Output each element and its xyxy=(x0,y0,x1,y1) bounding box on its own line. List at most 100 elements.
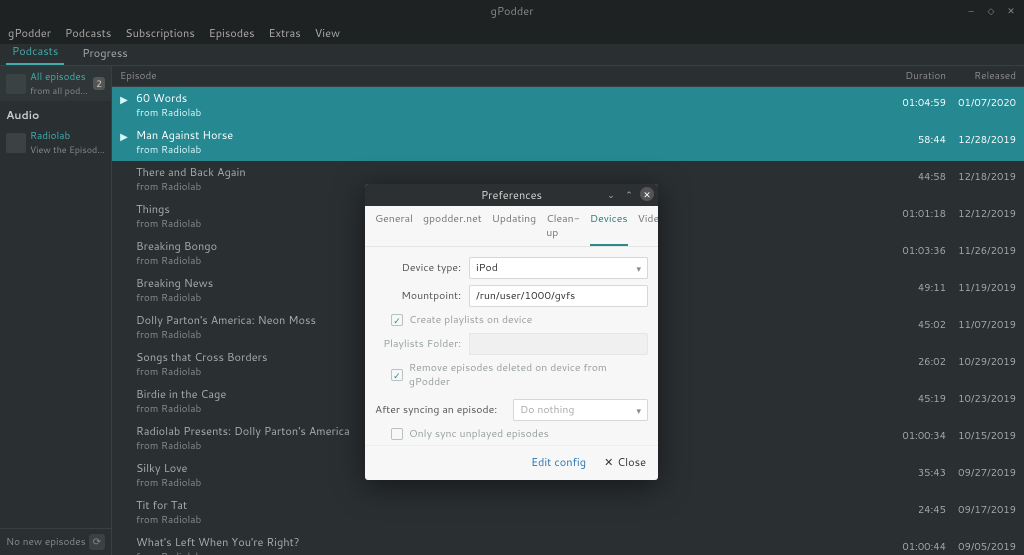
episode-released: 12/18/2019 xyxy=(946,164,1016,184)
after-sync-select[interactable]: Do nothing ▾ xyxy=(513,399,648,421)
only-unplayed-checkbox[interactable]: ✓ xyxy=(391,428,403,440)
window-maximize-icon[interactable]: ◇ xyxy=(984,3,998,17)
create-playlists-label: Create playlists on device xyxy=(409,313,532,327)
episode-duration: 35:43 xyxy=(886,460,946,480)
sidebar-item-label: All episodes xyxy=(30,70,89,84)
play-icon xyxy=(116,201,132,221)
tab-updating[interactable]: Updating xyxy=(492,212,536,246)
tab-progress[interactable]: Progress xyxy=(76,41,133,65)
dialog-chevron-up-icon[interactable]: ⌃ xyxy=(622,187,636,201)
device-type-select[interactable]: iPod ▾ xyxy=(469,257,648,279)
episode-duration: 01:04:59 xyxy=(886,90,946,110)
episode-row[interactable]: ▶60 Wordsfrom Radiolab01:04:5901/07/2020 xyxy=(112,87,1024,124)
status-no-new-episodes: No new episodes xyxy=(6,535,86,549)
episode-row[interactable]: ▶Man Against Horsefrom Radiolab58:4412/2… xyxy=(112,124,1024,161)
menubar: gPodder Podcasts Subscriptions Episodes … xyxy=(0,22,1024,44)
after-sync-value: Do nothing xyxy=(520,403,574,417)
tab-gpoddernet[interactable]: gpodder.net xyxy=(423,212,482,246)
remove-deleted-checkbox[interactable]: ✓ xyxy=(391,369,403,381)
close-button-label: Close xyxy=(617,454,646,470)
tab-podcasts[interactable]: Podcasts xyxy=(6,39,64,65)
play-icon: ▶ xyxy=(116,127,132,147)
create-playlists-checkbox[interactable]: ✓ xyxy=(391,314,403,326)
play-icon xyxy=(116,238,132,258)
sidebar-item-all-episodes[interactable]: All episodes from all podcasts 2 xyxy=(0,66,111,101)
menu-episodes[interactable]: Episodes xyxy=(209,25,255,41)
sidebar: All episodes from all podcasts 2 Audio R… xyxy=(0,66,112,555)
episode-duration: 49:11 xyxy=(886,275,946,295)
playlists-folder-label: Playlists Folder: xyxy=(375,337,461,351)
play-icon xyxy=(116,275,132,295)
sidebar-heading-audio: Audio xyxy=(0,101,111,125)
episode-duration: 26:02 xyxy=(886,349,946,369)
preferences-tabs: General gpodder.net Updating Clean-up De… xyxy=(365,206,658,247)
remove-deleted-label: Remove episodes deleted on device from g… xyxy=(409,361,648,389)
play-icon xyxy=(116,164,132,184)
playlists-folder-input xyxy=(469,333,648,355)
dialog-title: Preferences xyxy=(481,187,542,203)
device-type-label: Device type: xyxy=(375,261,461,275)
episode-source: from Radiolab xyxy=(136,513,886,527)
tab-general[interactable]: General xyxy=(375,212,413,246)
episode-row[interactable]: What's Left When You're Right?from Radio… xyxy=(112,531,1024,555)
dialog-titlebar: Preferences ⌄ ⌃ ✕ xyxy=(365,184,658,206)
close-button[interactable]: ✕ Close xyxy=(604,454,646,470)
refresh-icon[interactable]: ⟳ xyxy=(89,534,105,550)
episode-released: 10/29/2019 xyxy=(946,349,1016,369)
episode-title: What's Left When You're Right? xyxy=(136,534,886,550)
window-titlebar: gPodder – ◇ ✕ xyxy=(0,0,1024,22)
episode-released: 10/23/2019 xyxy=(946,386,1016,406)
play-icon xyxy=(116,497,132,517)
episode-released: 09/27/2019 xyxy=(946,460,1016,480)
menu-extras[interactable]: Extras xyxy=(269,25,301,41)
episode-duration: 01:00:34 xyxy=(886,423,946,443)
only-unplayed-label: Only sync unplayed episodes xyxy=(409,427,549,441)
episode-title: Tit for Tat xyxy=(136,497,886,513)
play-icon xyxy=(116,460,132,480)
column-released[interactable]: Released xyxy=(946,69,1016,83)
dialog-chevron-down-icon[interactable]: ⌄ xyxy=(604,187,618,201)
play-icon xyxy=(116,534,132,554)
menu-view[interactable]: View xyxy=(315,25,340,41)
chevron-down-icon: ▾ xyxy=(636,404,641,417)
play-icon xyxy=(116,312,132,332)
episode-released: 10/15/2019 xyxy=(946,423,1016,443)
episode-row[interactable]: Tit for Tatfrom Radiolab24:4509/17/2019 xyxy=(112,494,1024,531)
menu-subscriptions[interactable]: Subscriptions xyxy=(125,25,195,41)
episode-duration: 58:44 xyxy=(886,127,946,147)
episode-duration: 01:01:18 xyxy=(886,201,946,221)
dialog-close-icon[interactable]: ✕ xyxy=(640,187,654,201)
unplayed-badge: 2 xyxy=(93,77,105,90)
preferences-dialog: Preferences ⌄ ⌃ ✕ General gpodder.net Up… xyxy=(365,184,658,480)
mountpoint-input[interactable]: /run/user/1000/gvfs xyxy=(469,285,648,307)
sidebar-item-sub: View the Episode ... xyxy=(30,143,105,156)
main-tabs: Podcasts Progress xyxy=(0,44,1024,66)
mountpoint-label: Mountpoint: xyxy=(375,289,461,303)
episode-released: 12/12/2019 xyxy=(946,201,1016,221)
episode-title: There and Back Again xyxy=(136,164,886,180)
device-type-value: iPod xyxy=(476,261,498,275)
menu-podcasts[interactable]: Podcasts xyxy=(65,25,111,41)
episode-released: 11/07/2019 xyxy=(946,312,1016,332)
podcast-cover-icon xyxy=(6,133,26,153)
episode-source: from Radiolab xyxy=(136,143,886,157)
episode-duration: 24:45 xyxy=(886,497,946,517)
window-close-icon[interactable]: ✕ xyxy=(1004,3,1018,17)
sidebar-item-label: Radiolab xyxy=(30,129,105,143)
episode-released: 11/26/2019 xyxy=(946,238,1016,258)
window-title: gPodder xyxy=(491,3,534,19)
episode-released: 09/17/2019 xyxy=(946,497,1016,517)
episode-released: 01/07/2020 xyxy=(946,90,1016,110)
sidebar-item-radiolab[interactable]: Radiolab View the Episode ... xyxy=(0,125,111,160)
tab-video[interactable]: Video xyxy=(638,212,658,246)
column-duration[interactable]: Duration xyxy=(886,69,946,83)
column-episode[interactable]: Episode xyxy=(120,69,886,83)
episode-released: 11/19/2019 xyxy=(946,275,1016,295)
episode-title: Man Against Horse xyxy=(136,127,886,143)
tab-cleanup[interactable]: Clean-up xyxy=(546,212,580,246)
episode-duration: 45:02 xyxy=(886,312,946,332)
tab-devices[interactable]: Devices xyxy=(590,212,628,246)
close-x-icon: ✕ xyxy=(604,454,613,470)
window-minimize-icon[interactable]: – xyxy=(964,3,978,17)
edit-config-button[interactable]: Edit config xyxy=(531,454,586,470)
